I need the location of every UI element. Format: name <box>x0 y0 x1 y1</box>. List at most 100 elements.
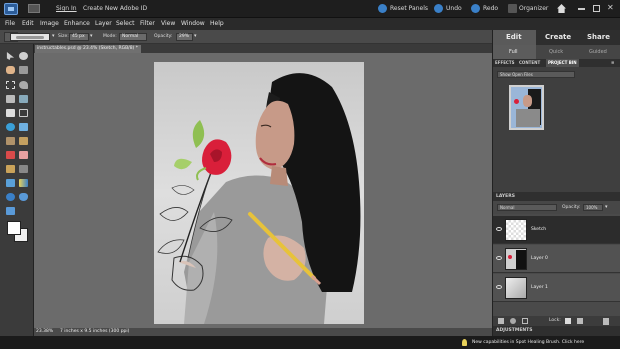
eraser-tool-icon[interactable] <box>19 151 28 159</box>
panel-tabs: EFFECTS CONTENT PROJECT BIN ≡ <box>493 59 620 67</box>
selection-brush-tool-icon[interactable] <box>19 95 28 103</box>
zoom-tool-icon[interactable] <box>19 52 28 60</box>
bin-show-dropdown[interactable]: Show Open Files <box>497 71 575 78</box>
opacity-field[interactable]: 29% <box>176 33 193 41</box>
type-tool-icon[interactable] <box>6 109 15 117</box>
lasso-tool-icon[interactable] <box>19 81 28 89</box>
document-tab-bar: instructables.psd @ 23.4% (Sketch, RGB/8… <box>34 44 492 53</box>
lock-transparency-icon[interactable] <box>565 318 571 324</box>
opacity-slider-arrow-icon[interactable]: ▾ <box>194 33 197 39</box>
marquee-tool-icon[interactable] <box>6 81 15 89</box>
layer-visibility-eye-icon[interactable] <box>496 227 502 231</box>
reset-panels-icon[interactable] <box>378 4 387 13</box>
eyedropper-tool-icon[interactable] <box>19 66 28 74</box>
new-layer-icon[interactable] <box>498 318 504 324</box>
tab-edit[interactable]: Edit <box>506 33 522 41</box>
clone-stamp-icon[interactable] <box>19 137 28 145</box>
sign-in-link[interactable]: Sign In <box>56 5 77 12</box>
menu-filter[interactable]: Filter <box>140 20 155 27</box>
layer-opacity-field[interactable]: 100% <box>583 204 603 211</box>
size-field[interactable]: 45 px <box>69 33 89 41</box>
layer-thumbnail <box>505 277 527 299</box>
layers-title: LAYERS <box>496 194 515 199</box>
maximize-icon[interactable] <box>593 5 600 12</box>
mode-select[interactable]: Normal <box>119 33 147 41</box>
document-tab-title: instructables.psd @ 23.4% (Sketch, RGB/8… <box>37 46 138 51</box>
menu-layer[interactable]: Layer <box>95 20 112 27</box>
panel-menu-icon[interactable]: ≡ <box>611 60 614 65</box>
undo-button[interactable]: Undo <box>446 5 462 12</box>
document-info[interactable]: 7 inches x 9.5 inches (300 ppi) <box>60 329 129 334</box>
magic-wand-tool-icon[interactable] <box>6 95 15 103</box>
tab-guided[interactable]: Guided <box>589 49 607 55</box>
menu-enhance[interactable]: Enhance <box>64 20 90 27</box>
layer-thumbnail <box>505 248 527 270</box>
tab-share[interactable]: Share <box>587 33 610 41</box>
status-tip-link[interactable]: New capabilities in Spot Healing Brush. … <box>472 340 584 345</box>
brush-preview[interactable] <box>10 33 50 41</box>
close-icon[interactable]: ✕ <box>607 3 614 12</box>
redo-icon[interactable] <box>471 4 480 13</box>
workspace-menu-icon[interactable] <box>28 4 40 13</box>
create-adobe-id-link[interactable]: Create New Adobe ID <box>83 5 147 12</box>
organizer-button[interactable]: Organizer <box>519 5 548 12</box>
minimize-icon[interactable] <box>578 8 585 10</box>
blend-mode-select[interactable]: Normal <box>497 204 557 211</box>
delete-layer-icon[interactable] <box>603 318 609 325</box>
layer-row-layer-0[interactable]: Layer 0 <box>493 245 620 273</box>
layer-row-layer-1[interactable]: Layer 1 <box>493 274 620 302</box>
menu-help[interactable]: Help <box>210 20 224 27</box>
hand-tool-icon[interactable] <box>6 66 15 74</box>
size-slider-arrow-icon[interactable]: ▾ <box>90 33 93 39</box>
lock-label: Lock: <box>549 318 561 323</box>
move-tool-icon[interactable] <box>6 52 15 60</box>
home-icon[interactable] <box>557 4 566 13</box>
pencil-tool-icon[interactable] <box>6 151 15 159</box>
brush-tool-icon[interactable] <box>6 165 15 173</box>
redo-button[interactable]: Redo <box>483 5 498 12</box>
menu-edit[interactable]: Edit <box>22 20 34 27</box>
layer-opacity-arrow-icon[interactable]: ▾ <box>605 204 608 210</box>
shape-tool-icon[interactable] <box>6 193 15 201</box>
opacity-label: Opacity: <box>154 34 173 39</box>
toolbox <box>0 44 34 343</box>
canvas-area[interactable] <box>34 53 492 328</box>
blur-tool-icon[interactable] <box>19 193 28 201</box>
menu-image[interactable]: Image <box>40 20 59 27</box>
red-eye-tool-icon[interactable] <box>6 123 15 131</box>
project-bin-thumbnail[interactable] <box>509 85 544 130</box>
layer-visibility-eye-icon[interactable] <box>496 256 502 260</box>
paint-bucket-icon[interactable] <box>6 179 15 187</box>
document-tab[interactable]: instructables.psd @ 23.4% (Sketch, RGB/8… <box>35 45 141 53</box>
menu-window[interactable]: Window <box>181 20 205 27</box>
layer-row-sketch[interactable]: Sketch <box>493 216 620 244</box>
layer-mask-icon[interactable] <box>522 318 528 324</box>
document-image[interactable] <box>154 62 364 324</box>
menu-bar: File Edit Image Enhance Layer Select Fil… <box>0 18 620 30</box>
crop-tool-icon[interactable] <box>19 109 28 117</box>
gradient-tool-icon[interactable] <box>19 179 28 187</box>
mode-label: Mode: <box>103 34 117 39</box>
adjustment-layer-icon[interactable] <box>510 318 516 324</box>
lock-all-icon[interactable] <box>577 318 583 324</box>
tab-project-bin[interactable]: PROJECT BIN <box>548 60 577 65</box>
foreground-color-swatch-top[interactable] <box>7 221 21 235</box>
tab-create[interactable]: Create <box>545 33 571 41</box>
menu-view[interactable]: View <box>161 20 175 27</box>
tab-quick[interactable]: Quick <box>549 49 563 55</box>
reset-panels-button[interactable]: Reset Panels <box>390 5 428 12</box>
brush-picker-arrow-icon[interactable]: ▾ <box>52 33 55 39</box>
zoom-level[interactable]: 23.38% <box>36 329 53 334</box>
sponge-tool-icon[interactable] <box>6 207 15 215</box>
tab-content[interactable]: CONTENT <box>519 60 540 65</box>
tab-effects[interactable]: EFFECTS <box>495 60 514 65</box>
tab-full[interactable]: Full <box>509 49 518 55</box>
undo-icon[interactable] <box>434 4 443 13</box>
layer-visibility-eye-icon[interactable] <box>496 285 502 289</box>
organizer-icon[interactable] <box>508 4 517 13</box>
smart-brush-icon[interactable] <box>19 165 28 173</box>
menu-file[interactable]: File <box>5 20 15 27</box>
menu-select[interactable]: Select <box>116 20 135 27</box>
spot-healing-brush-icon[interactable] <box>6 137 15 145</box>
recompose-tool-icon[interactable] <box>19 123 28 131</box>
